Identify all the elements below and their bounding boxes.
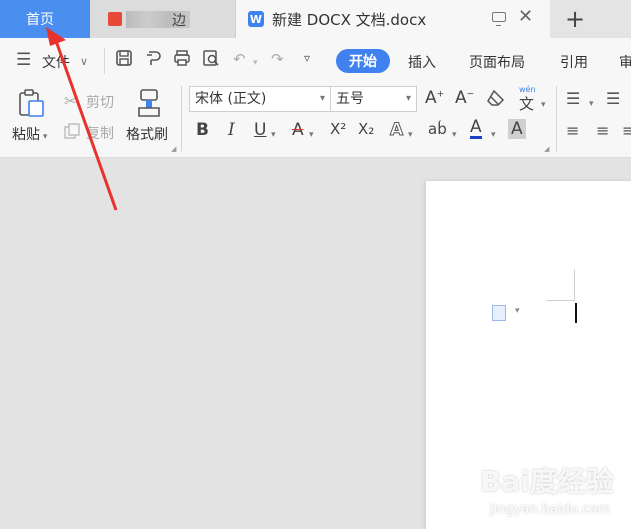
paste-chevron-icon: ▾ (40, 132, 48, 142)
strikethrough-chevron-icon[interactable]: ▾ (309, 126, 314, 141)
wps-writer-icon: W (248, 11, 264, 27)
numbered-list-icon[interactable]: ☰ (606, 89, 620, 108)
bullet-list-icon[interactable]: ☰ (566, 89, 580, 108)
divider (181, 86, 182, 152)
more-quick-icon[interactable]: ▿ (304, 51, 310, 65)
font-name-value: 宋体 (正文) (195, 91, 267, 107)
align-right-icon[interactable]: ≡ (622, 121, 631, 140)
ribbon-tab-page-layout[interactable]: 页面布局 (469, 52, 525, 72)
file-menu-chevron-icon[interactable]: ∨ (80, 54, 88, 69)
format-painter-button[interactable]: 格式刷 (126, 124, 168, 144)
undo-icon[interactable]: ↶ (233, 50, 246, 68)
text-effect-chevron-icon[interactable]: ▾ (408, 126, 413, 141)
document-tab-active[interactable]: W 新建 DOCX 文档.docx ✕ (236, 0, 550, 38)
bullet-list-chevron-icon[interactable]: ▾ (589, 95, 594, 110)
divider (104, 48, 105, 74)
text-cursor (575, 303, 577, 323)
document-tab-title: 新建 DOCX 文档.docx (272, 11, 427, 29)
file-menu[interactable]: 文件 (42, 52, 70, 72)
font-color-button[interactable]: A (470, 118, 482, 139)
pinyin-guide-icon[interactable]: 文 (519, 93, 534, 114)
new-tab-button[interactable]: + (550, 0, 600, 38)
monitor-icon[interactable] (492, 12, 506, 26)
paste-options-icon[interactable] (492, 305, 506, 321)
tab-title-suffix: 边 (172, 13, 186, 29)
pinyin-chevron-icon[interactable]: ▾ (541, 96, 546, 111)
copy-icon[interactable] (64, 123, 80, 143)
subscript-button[interactable]: X₂ (358, 120, 374, 138)
italic-button[interactable]: I (228, 120, 235, 140)
ribbon-tab-review[interactable]: 审 (619, 52, 631, 72)
margin-corner-mark (574, 270, 575, 301)
font-size-select[interactable]: 五号 ▾ (330, 86, 417, 112)
ribbon: ☰ 文件 ∨ ↶ ▾ ↷ ▿ 开始 插入 页面布局 引用 审 粘贴 ▾ ✂ 剪切… (0, 38, 631, 158)
font-size-chevron-icon: ▾ (405, 93, 411, 104)
output-icon[interactable] (144, 49, 162, 71)
redo-icon[interactable]: ↷ (271, 50, 284, 68)
copy-button[interactable]: 复制 (86, 123, 114, 143)
paste-label: 粘贴 (12, 127, 40, 143)
divider (556, 86, 557, 152)
ribbon-tab-references[interactable]: 引用 (560, 52, 588, 72)
baidu-watermark: Bai度经验 (480, 465, 614, 498)
home-tab[interactable]: 首页 (0, 0, 90, 38)
margin-corner-mark (546, 300, 575, 301)
document-tab-2[interactable]: 边 (90, 0, 236, 38)
font-group-launcher-icon[interactable]: ◢ (544, 145, 549, 153)
align-left-icon[interactable]: ≡ (566, 121, 579, 140)
superscript-button[interactable]: X² (330, 120, 346, 138)
format-painter-icon[interactable] (135, 88, 163, 122)
paste-options-chevron-icon[interactable]: ▾ (515, 306, 520, 316)
underline-button[interactable]: U (254, 120, 266, 140)
bold-button[interactable]: B (196, 120, 209, 140)
cut-icon[interactable]: ✂ (64, 92, 77, 110)
undo-chevron-icon[interactable]: ▾ (253, 54, 258, 69)
clear-format-icon[interactable] (486, 89, 506, 111)
save-icon[interactable] (115, 49, 133, 71)
text-effect-button[interactable]: A (389, 120, 403, 141)
menu-icon[interactable]: ☰ (16, 50, 31, 70)
underline-chevron-icon[interactable]: ▾ (271, 126, 276, 141)
paste-button[interactable]: 粘贴 ▾ (12, 124, 47, 144)
phonetic-button[interactable]: ab́ (428, 120, 447, 138)
print-preview-icon[interactable] (202, 49, 220, 71)
home-tab-label: 首页 (26, 12, 54, 28)
strikethrough-button[interactable]: A (292, 120, 304, 140)
font-name-chevron-icon: ▾ (319, 93, 325, 104)
font-size-value: 五号 (336, 91, 364, 107)
app-logo-icon (108, 12, 122, 26)
print-icon[interactable] (173, 49, 191, 71)
align-center-icon[interactable]: ≡ (596, 121, 609, 140)
font-color-chevron-icon[interactable]: ▾ (491, 126, 496, 141)
font-name-select[interactable]: 宋体 (正文) ▾ (189, 86, 331, 112)
ribbon-tab-start[interactable]: 开始 (336, 49, 390, 73)
close-tab-icon[interactable]: ✕ (518, 6, 533, 27)
shrink-font-icon[interactable]: A− (455, 88, 474, 108)
char-shading-button[interactable]: A (508, 119, 526, 139)
phonetic-chevron-icon[interactable]: ▾ (452, 126, 457, 141)
clipboard-group-launcher-icon[interactable]: ◢ (171, 145, 176, 153)
ribbon-tab-start-label: 开始 (349, 54, 377, 70)
cut-button[interactable]: 剪切 (86, 92, 114, 112)
paste-icon[interactable] (16, 88, 46, 122)
baidu-watermark-url: jingyan.baidu.com (490, 502, 610, 517)
ribbon-tab-insert[interactable]: 插入 (408, 52, 436, 72)
grow-font-icon[interactable]: A+ (425, 88, 444, 108)
